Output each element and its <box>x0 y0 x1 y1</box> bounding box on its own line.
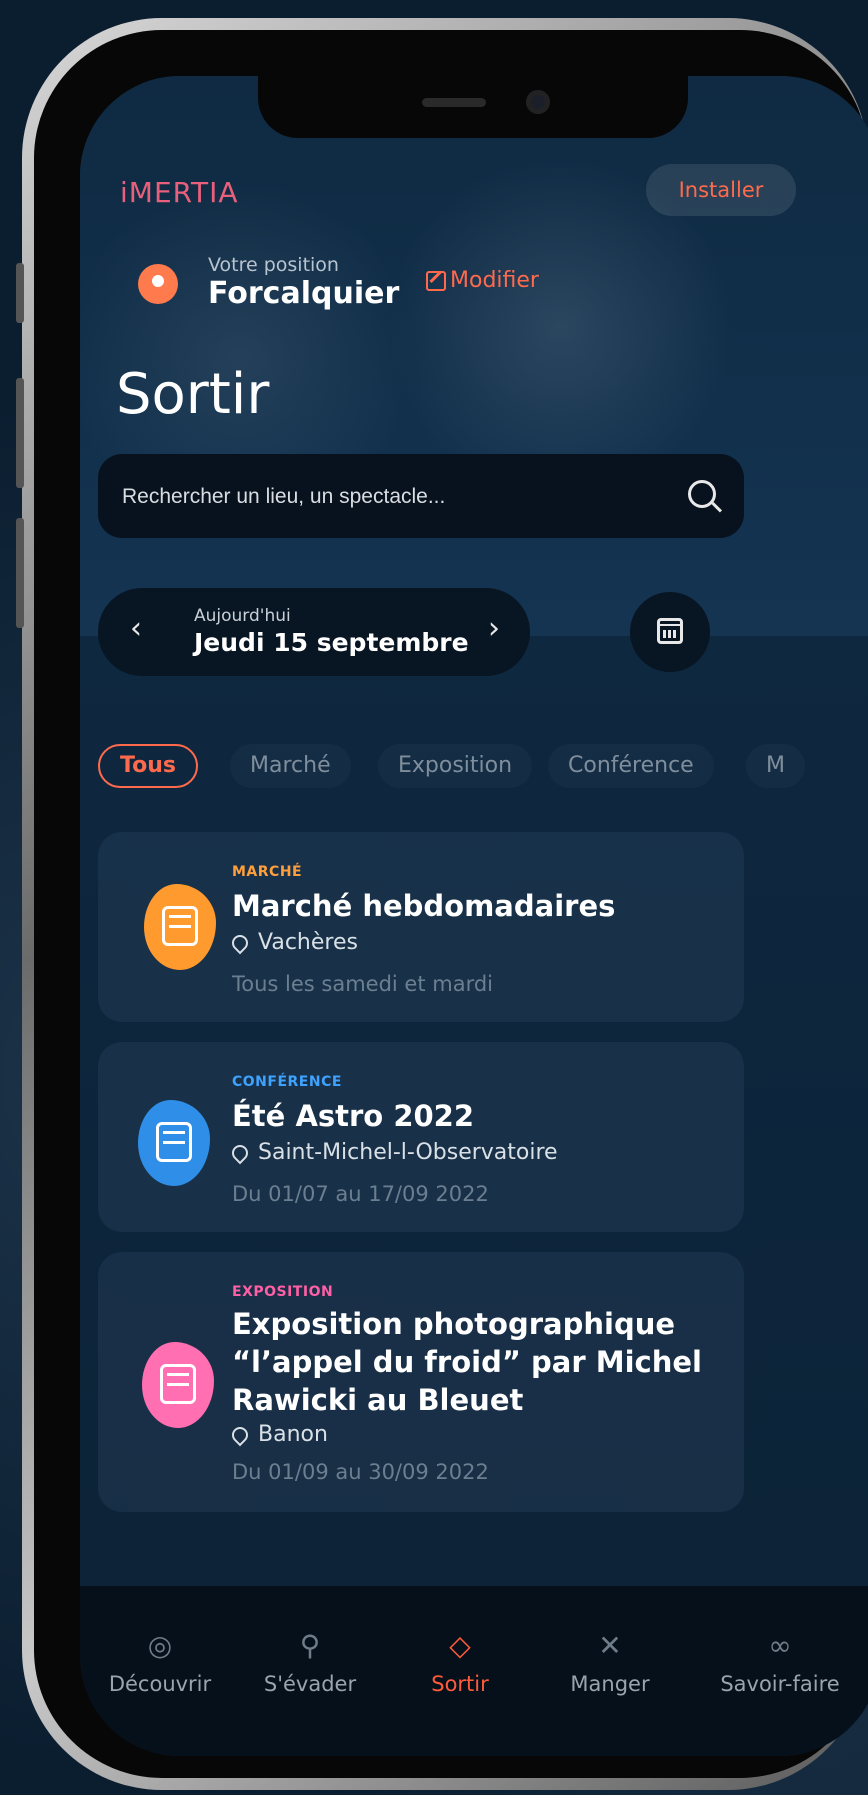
filter-chip-marche[interactable]: Marché <box>230 744 351 788</box>
event-card[interactable]: MARCHÉ Marché hebdomadaires Vachères Tou… <box>98 832 744 1022</box>
filter-chip-more[interactable]: M <box>746 744 805 788</box>
ticket-icon: ◇ <box>449 1629 471 1662</box>
volume-up-button <box>16 378 24 488</box>
tab-label: Manger <box>570 1672 650 1696</box>
event-dates: Du 01/07 au 17/09 2022 <box>232 1182 489 1206</box>
mute-switch <box>16 263 24 323</box>
phone-frame: iMERTIA Installer Votre position Forcalq… <box>16 18 868 1790</box>
app-screen: iMERTIA Installer Votre position Forcalq… <box>80 76 868 1756</box>
event-icon-blob <box>142 1342 214 1428</box>
phone-bezel: iMERTIA Installer Votre position Forcalq… <box>34 30 868 1778</box>
filter-chip-conference[interactable]: Conférence <box>548 744 714 788</box>
event-title-line: Exposition photographique <box>232 1307 676 1341</box>
calendar-button[interactable] <box>630 592 710 672</box>
event-dates: Tous les samedi et mardi <box>232 972 494 996</box>
front-camera <box>526 90 550 114</box>
event-category: EXPOSITION <box>232 1284 334 1300</box>
tab-savoir-faire[interactable]: ∞ Savoir-faire <box>700 1626 860 1696</box>
position-label: Votre position <box>208 254 339 276</box>
previous-day-chevron-icon[interactable]: ‹ <box>130 614 142 644</box>
tab-label: S'évader <box>263 1672 357 1696</box>
hiker-icon: ⚲ <box>299 1629 321 1662</box>
modify-location-button[interactable]: Modifier <box>426 268 539 293</box>
event-location: Banon <box>228 1422 328 1447</box>
event-icon-blob <box>144 884 216 970</box>
modify-label: Modifier <box>450 268 539 293</box>
event-dates: Du 01/09 au 30/09 2022 <box>232 1460 489 1484</box>
event-location-name: Banon <box>258 1422 328 1447</box>
cutlery-icon: ✕ <box>598 1629 622 1662</box>
location-icon <box>228 931 252 954</box>
event-category: CONFÉRENCE <box>232 1074 342 1090</box>
tab-label: Sortir <box>431 1672 489 1696</box>
speaker-grille <box>422 98 486 107</box>
filter-chip-tous[interactable]: Tous <box>98 744 198 788</box>
search-icon[interactable] <box>688 480 716 508</box>
install-button[interactable]: Installer <box>646 164 796 216</box>
category-filters: Tous Marché Exposition Conférence M <box>98 744 868 790</box>
location-icon <box>228 1141 252 1164</box>
event-location-name: Vachères <box>258 930 358 955</box>
calendar-icon <box>657 618 683 644</box>
search-bar <box>98 454 744 540</box>
tab-label: Découvrir <box>108 1672 212 1696</box>
location-pin-icon <box>138 264 178 304</box>
market-stall-icon <box>162 906 198 946</box>
app-logo: iMERTIA <box>120 176 239 209</box>
event-title-line: “l’appel du froid” par Michel <box>232 1345 702 1379</box>
next-day-chevron-icon[interactable]: › <box>488 614 500 644</box>
event-location-name: Saint-Michel-l-Observatoire <box>258 1140 558 1165</box>
event-location: Vachères <box>228 930 358 955</box>
event-title: Marché hebdomadaires <box>232 889 616 923</box>
tab-manger[interactable]: ✕ Manger <box>530 1626 690 1696</box>
picture-frame-icon <box>160 1364 196 1404</box>
compass-icon: ◎ <box>147 1629 173 1662</box>
event-card[interactable]: EXPOSITION Exposition photographique “l’… <box>98 1252 744 1512</box>
search-input[interactable] <box>120 454 664 540</box>
event-card[interactable]: CONFÉRENCE Été Astro 2022 Saint-Michel-l… <box>98 1042 744 1232</box>
date-selector: ‹ Aujourd'hui Jeudi 15 septembre › <box>98 588 530 676</box>
event-location: Saint-Michel-l-Observatoire <box>228 1140 558 1165</box>
notch <box>258 76 688 138</box>
event-title: Été Astro 2022 <box>232 1099 475 1133</box>
tab-decouvrir[interactable]: ◎ Découvrir <box>80 1626 240 1696</box>
hero-background <box>80 76 868 636</box>
edit-icon <box>426 270 446 291</box>
date-current: Jeudi 15 septembre <box>194 628 469 657</box>
tab-sortir[interactable]: ◇ Sortir <box>380 1626 540 1696</box>
filter-chip-exposition[interactable]: Exposition <box>378 744 532 788</box>
date-relative-label: Aujourd'hui <box>194 606 291 626</box>
event-category: MARCHÉ <box>232 864 303 880</box>
tab-sevader[interactable]: ⚲ S'évader <box>230 1626 390 1696</box>
event-icon-blob <box>138 1100 210 1186</box>
speaker-podium-icon <box>156 1122 192 1162</box>
volume-down-button <box>16 518 24 628</box>
event-title-line: Rawicki au Bleuet <box>232 1383 524 1417</box>
tab-label: Savoir-faire <box>720 1672 840 1696</box>
page-title: Sortir <box>116 362 270 427</box>
location-icon <box>228 1423 252 1446</box>
position-city: Forcalquier <box>208 276 400 311</box>
bottom-tab-bar: ◎ Découvrir ⚲ S'évader ◇ Sortir ✕ Manger… <box>80 1586 868 1756</box>
handshake-icon: ∞ <box>768 1629 792 1662</box>
